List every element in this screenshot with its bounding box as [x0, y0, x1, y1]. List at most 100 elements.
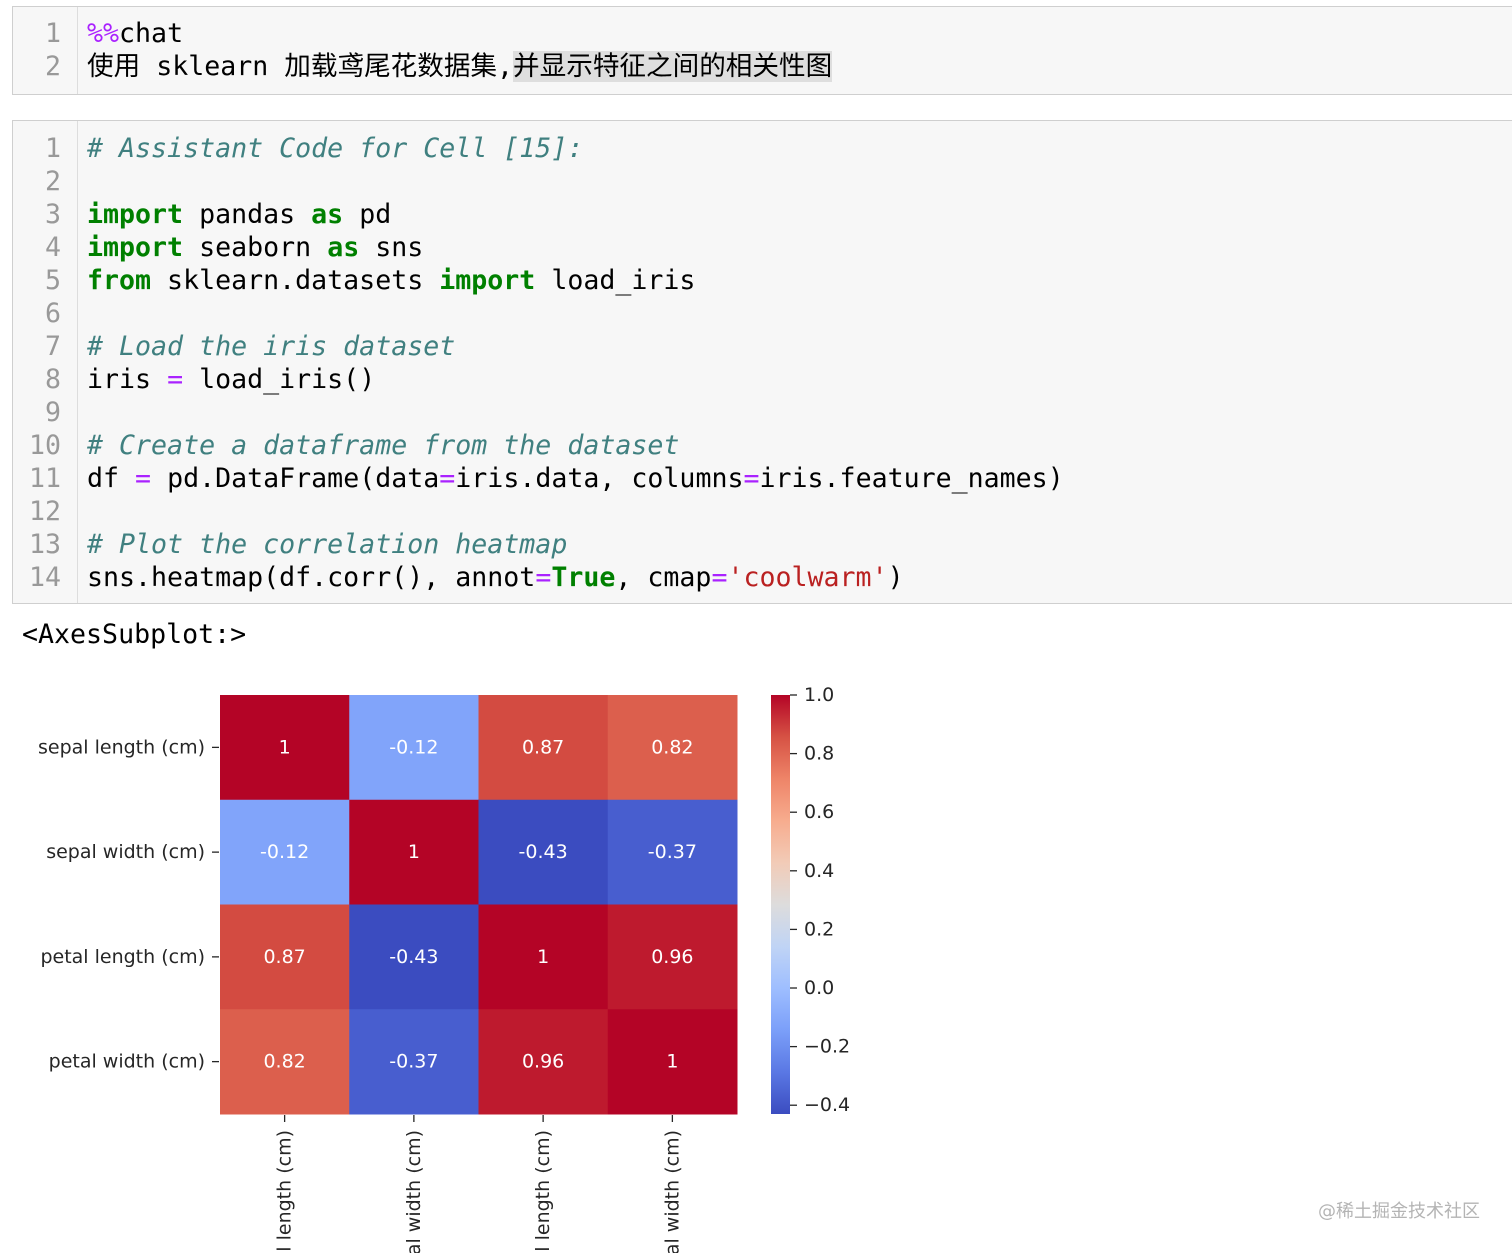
code-token: = [535, 562, 552, 593]
code-token: = [439, 463, 456, 494]
y-tick-label: sepal length (cm) [38, 736, 205, 758]
correlation-heatmap: 1 -0.12 0.87 0.82 -0.12 1 -0.43 -0.37 0.87 -0.43 1… [38, 684, 850, 1253]
code-token: pd.DataFrame(data [151, 463, 440, 494]
x-tick-label: petal width (cm) [661, 1130, 683, 1253]
code-token: import [87, 232, 184, 263]
colorbar-tick-label: 0.0 [804, 977, 834, 999]
code-token: as [311, 199, 344, 230]
code-token: iris.data, columns [455, 463, 744, 494]
heatmap-annotation: 1 [537, 946, 549, 968]
colorbar-tick-label: −0.4 [804, 1094, 850, 1116]
code-cell[interactable]: 1 2 3 4 5 6 7 8 9 10 11 12 13 14 # Assistant Code for… [12, 120, 1512, 604]
code-token: pandas [183, 199, 312, 230]
code-token: # Assistant Code for Cell [15]: [87, 133, 584, 164]
line-number-gutter: 1 2 3 4 5 6 7 8 9 10 11 12 13 14 [13, 121, 78, 603]
code-line[interactable]: # Assistant Code for Cell [15]: [87, 132, 1512, 165]
heatmap-annotation: -0.43 [519, 841, 568, 863]
code-token: seaborn [183, 232, 328, 263]
chat-input-cell[interactable]: 12 %%chat 使用 sklearn 加载鸢尾花数据集,并显示特征之间的相关性… [12, 6, 1512, 95]
code-token: iris.feature_names) [759, 463, 1064, 494]
code-token: True [551, 562, 616, 593]
code-token: df [87, 463, 136, 494]
code-token: as [327, 232, 360, 263]
colorbar-tick-label: 0.6 [804, 801, 834, 823]
colorbar-tick-label: 0.2 [804, 918, 834, 940]
code-line[interactable]: %%chat [87, 17, 1512, 50]
line-number: 8 [44, 364, 61, 395]
cell-editor[interactable]: # Assistant Code for Cell [15]: import pa… [78, 121, 1512, 603]
line-number: 2 [44, 51, 61, 82]
heatmap-annotation: 1 [666, 1051, 678, 1073]
code-line[interactable]: sns.heatmap(df.corr(), annot=True, cmap=… [87, 561, 1512, 594]
colorbar [771, 695, 790, 1114]
code-line[interactable] [87, 396, 1512, 429]
code-token: 并显示特征之间的相关性图 [513, 51, 833, 82]
line-number: 1 [44, 18, 61, 49]
code-line[interactable]: # Load the iris dataset [87, 330, 1512, 363]
heatmap-annotation: 0.87 [522, 736, 564, 758]
code-token: sklearn.datasets [151, 265, 440, 296]
heatmap-annotation: -0.37 [648, 841, 697, 863]
code-token: = [135, 463, 152, 494]
line-number: 12 [28, 496, 61, 527]
code-line[interactable]: 使用 sklearn 加载鸢尾花数据集,并显示特征之间的相关性图 [87, 50, 1512, 83]
code-line[interactable] [87, 297, 1512, 330]
code-token: iris [87, 364, 168, 395]
code-token: = [167, 364, 184, 395]
code-line[interactable] [87, 165, 1512, 198]
line-number: 1 [44, 133, 61, 164]
heatmap-annotation: 0.96 [651, 946, 693, 968]
code-token: pd [343, 199, 392, 230]
x-tick-label: petal length (cm) [532, 1130, 554, 1253]
line-number: 9 [44, 397, 61, 428]
line-number-gutter: 12 [13, 7, 78, 94]
code-line[interactable]: # Plot the correlation heatmap [87, 528, 1512, 561]
code-line[interactable]: import pandas as pd [87, 198, 1512, 231]
heatmap-annotation: 0.87 [263, 946, 305, 968]
x-tick-label: sepal length (cm) [274, 1130, 296, 1253]
line-number: 13 [28, 529, 61, 560]
code-line[interactable] [87, 495, 1512, 528]
code-token: %% [87, 18, 120, 49]
code-token: import [87, 199, 184, 230]
heatmap-annotation: -0.12 [260, 841, 309, 863]
heatmap-annotation: -0.12 [389, 736, 438, 758]
colorbar-tick-label: 0.4 [804, 860, 834, 882]
heatmap-annotation: 0.82 [263, 1051, 305, 1073]
heatmap-annotation: -0.43 [389, 946, 438, 968]
y-tick-label: petal length (cm) [40, 946, 205, 968]
line-number: 14 [28, 562, 61, 593]
code-token: # Load the iris dataset [87, 331, 456, 362]
line-number: 10 [28, 430, 61, 461]
heatmap-annotation: -0.37 [389, 1051, 438, 1073]
code-token: 'coolwarm' [727, 562, 888, 593]
heatmap-annotation: 0.82 [651, 736, 693, 758]
line-number: 7 [44, 331, 61, 362]
code-token: ) [887, 562, 904, 593]
code-line[interactable]: # Create a dataframe from the dataset [87, 429, 1512, 462]
code-token: 使用 sklearn 加载鸢尾花数据集, [87, 51, 514, 82]
code-line[interactable]: iris = load_iris() [87, 363, 1512, 396]
code-token: import [439, 265, 536, 296]
colorbar-tick-label: 0.8 [804, 743, 834, 765]
heatmap-annotation: 0.96 [522, 1051, 564, 1073]
y-tick-label: sepal width (cm) [46, 841, 205, 863]
code-line[interactable]: import seaborn as sns [87, 231, 1512, 264]
code-token: chat [119, 18, 184, 49]
x-tick-label: sepal width (cm) [403, 1130, 425, 1253]
colorbar-tick-label: −0.2 [804, 1036, 850, 1058]
heatmap-annotation: 1 [408, 841, 420, 863]
line-number: 4 [44, 232, 61, 263]
line-number: 6 [44, 298, 61, 329]
heatmap-annotation: 1 [279, 736, 291, 758]
cell-editor[interactable]: %%chat 使用 sklearn 加载鸢尾花数据集,并显示特征之间的相关性图 [78, 7, 1512, 94]
code-token: , cmap [615, 562, 712, 593]
code-line[interactable]: from sklearn.datasets import load_iris [87, 264, 1512, 297]
code-line[interactable]: df = pd.DataFrame(data=iris.data, column… [87, 462, 1512, 495]
code-token: load_iris() [183, 364, 376, 395]
code-token: = [711, 562, 728, 593]
code-token: # Plot the correlation heatmap [87, 529, 568, 560]
cell-output-text: <AxesSubplot:> [22, 619, 247, 650]
line-number: 2 [44, 166, 61, 197]
code-token: sns.heatmap(df.corr(), annot [87, 562, 536, 593]
